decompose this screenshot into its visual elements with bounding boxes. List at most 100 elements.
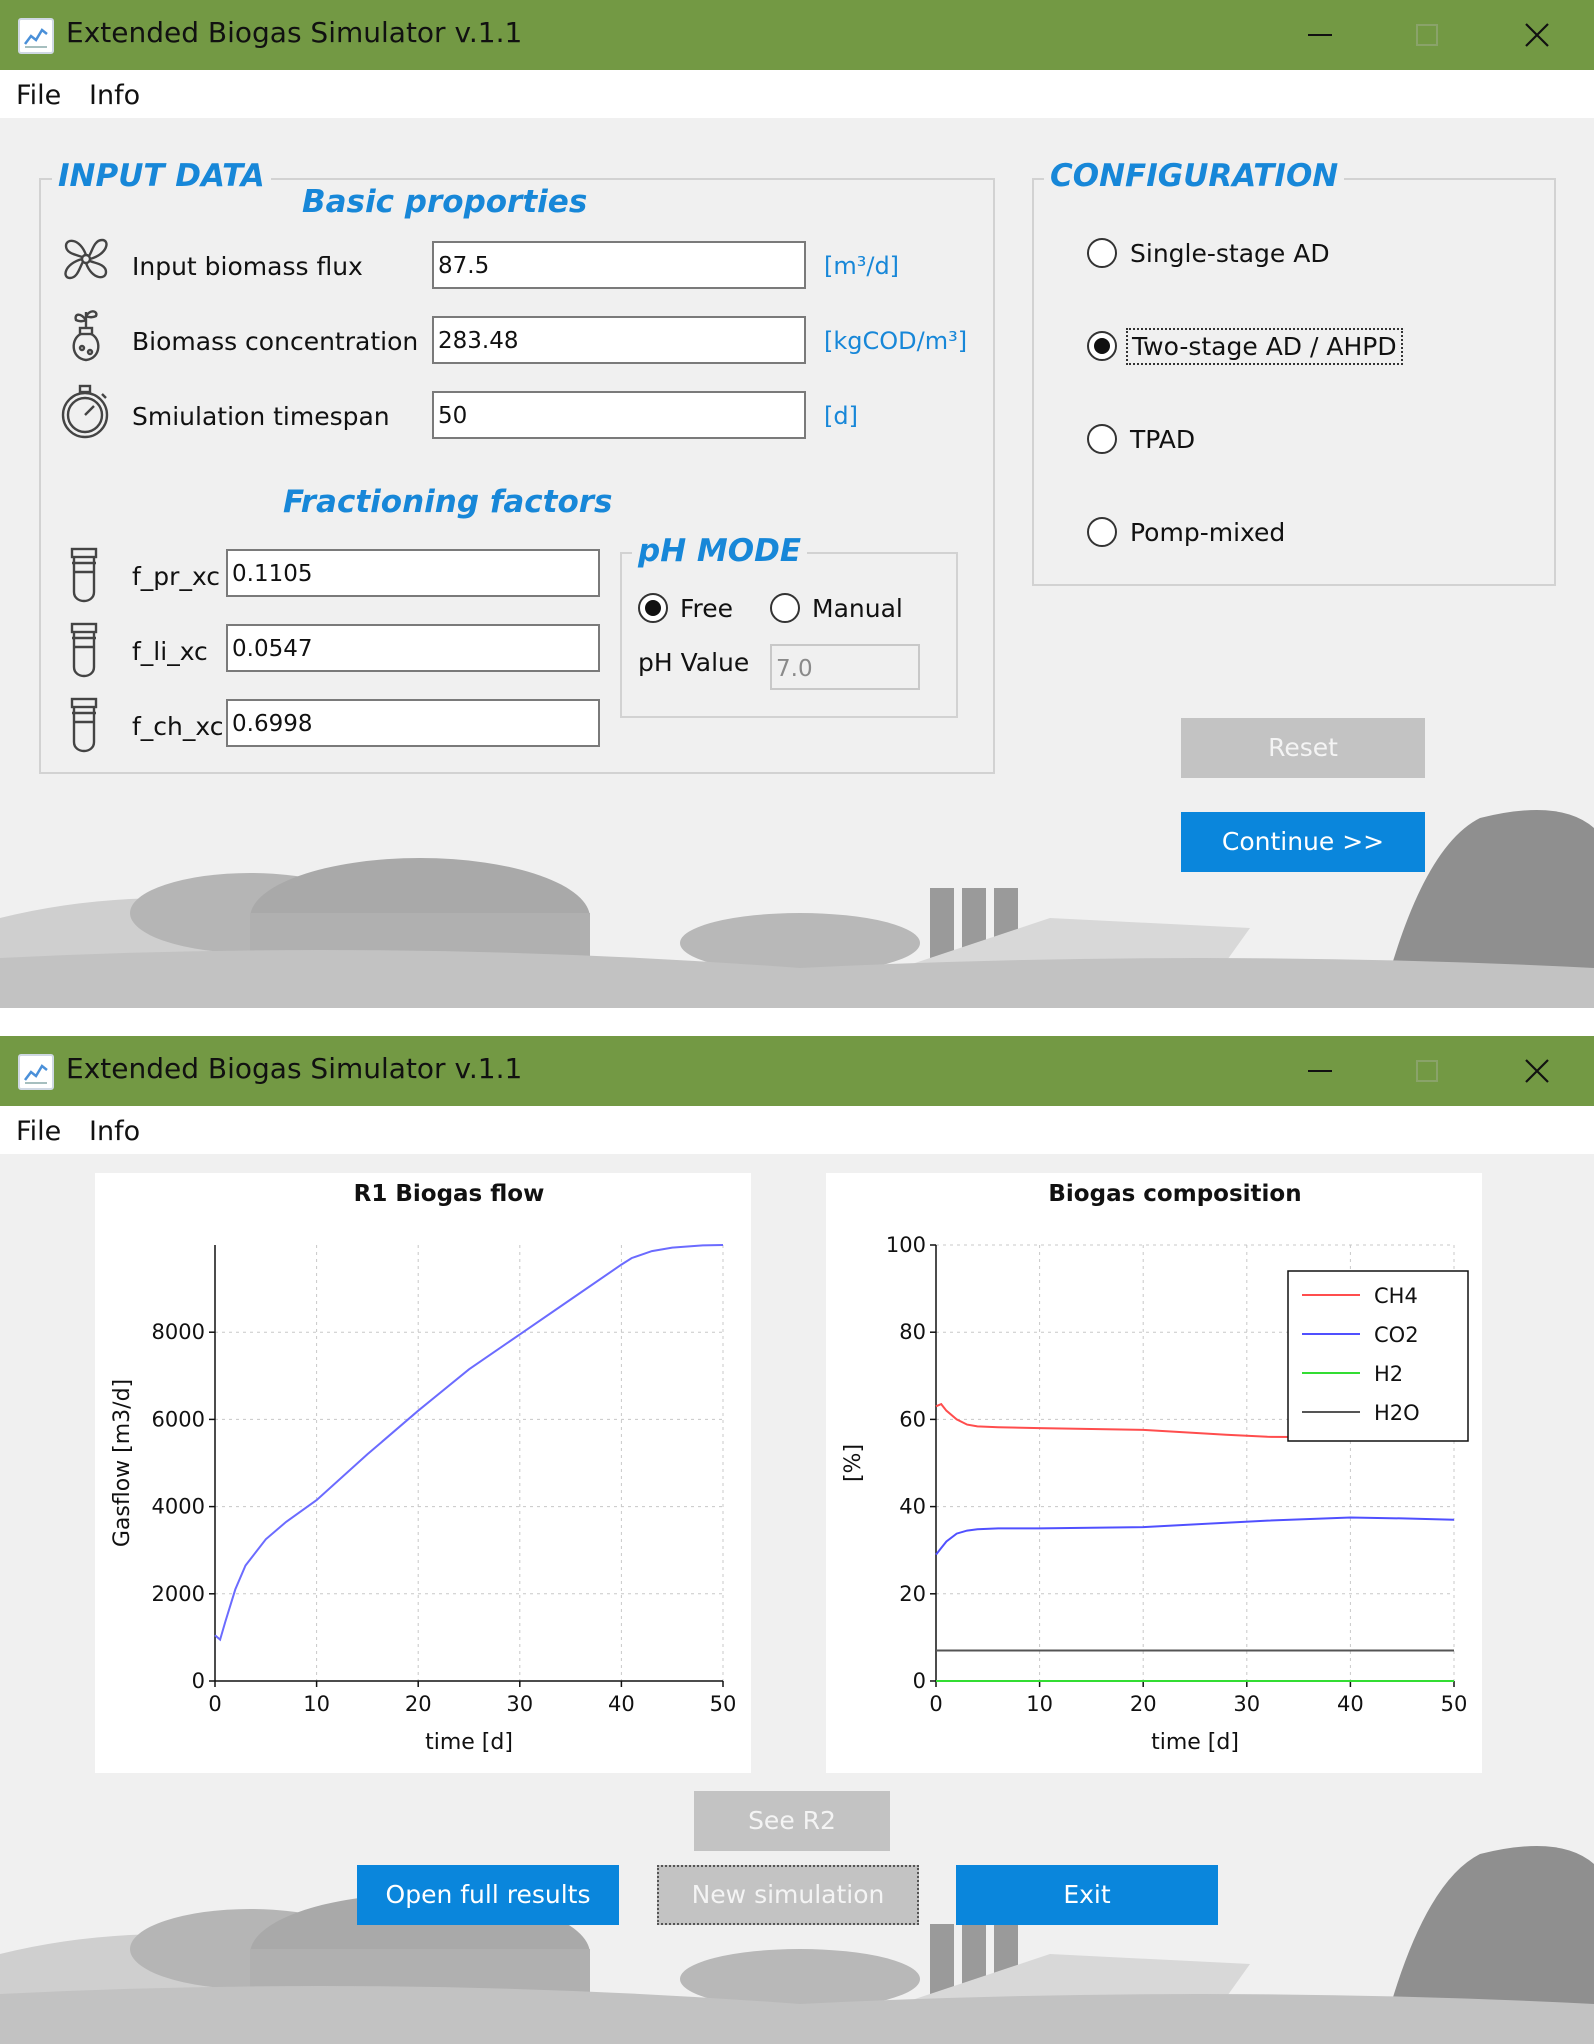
basic-properties-title: Basic proporties <box>302 184 588 220</box>
minimize-icon <box>1308 34 1332 36</box>
y-tick-label: 60 <box>899 1407 926 1431</box>
ph-value-field[interactable]: 7.0 <box>770 644 920 690</box>
legend-label: CH4 <box>1374 1284 1418 1308</box>
x-tick-label: 20 <box>1130 1692 1157 1716</box>
new-simulation-button[interactable]: New simulation <box>657 1865 919 1925</box>
config-two-stage-radio[interactable] <box>1087 331 1117 361</box>
y-tick-label: 2000 <box>152 1582 205 1606</box>
app-icon <box>18 18 54 54</box>
fan-icon <box>64 238 108 280</box>
app-icon <box>18 1054 54 1090</box>
ph-manual-radio[interactable] <box>770 593 800 623</box>
config-tpad-radio[interactable] <box>1087 424 1117 454</box>
close-icon <box>1525 1059 1549 1083</box>
ph-free-radio[interactable] <box>638 593 668 623</box>
simulator-input-window: Extended Biogas Simulator v.1.1 File Inf… <box>0 0 1594 1008</box>
maximize-icon <box>1416 1060 1438 1082</box>
minimize-icon <box>1308 1070 1332 1072</box>
config-pomp-mixed-radio[interactable] <box>1087 517 1117 547</box>
input-biomass-flux-label: Input biomass flux <box>132 252 363 281</box>
maximize-button[interactable] <box>1372 0 1482 70</box>
y-tick-label: 40 <box>899 1495 926 1519</box>
y-tick-label: 0 <box>913 1669 926 1693</box>
x-axis-label: time [d] <box>425 1730 513 1755</box>
input-biomass-flux-field[interactable]: 87.5 <box>432 241 806 289</box>
y-tick-label: 100 <box>886 1233 926 1257</box>
config-single-stage-radio[interactable] <box>1087 238 1117 268</box>
title-bar[interactable]: Extended Biogas Simulator v.1.1 <box>0 0 1594 70</box>
legend-label: H2O <box>1374 1401 1420 1425</box>
continue-button[interactable]: Continue >> <box>1181 812 1425 872</box>
f-li-xc-label: f_li_xc <box>132 637 208 666</box>
biomass-concentration-unit: [kgCOD/m³] <box>824 327 968 355</box>
window-title: Extended Biogas Simulator v.1.1 <box>66 1052 523 1085</box>
legend-label: H2 <box>1374 1362 1403 1386</box>
menu-bar: File Info <box>0 70 1594 118</box>
minimize-button[interactable] <box>1265 0 1375 70</box>
y-axis-label: [%] <box>841 1444 866 1482</box>
y-tick-label: 6000 <box>152 1407 205 1431</box>
x-tick-label: 50 <box>710 1692 737 1716</box>
biogas-composition-chart: Biogas composition 0 10 20 30 40 50 0 20 40 60 80 10… <box>826 1173 1482 1773</box>
config-two-stage-label: Two-stage AD / AHPD <box>1126 328 1403 365</box>
x-tick-label: 10 <box>303 1692 330 1716</box>
ph-value-label: pH Value <box>638 648 750 677</box>
see-r2-button[interactable]: See R2 <box>694 1791 890 1851</box>
series-line <box>214 1244 724 1642</box>
reset-button[interactable]: Reset <box>1181 718 1425 778</box>
f-ch-xc-label: f_ch_xc <box>132 712 224 741</box>
close-button[interactable] <box>1482 1036 1592 1106</box>
y-tick-label: 0 <box>192 1669 205 1693</box>
test-tube-icon <box>70 697 98 753</box>
configuration-title: CONFIGURATION <box>1044 158 1345 194</box>
close-button[interactable] <box>1482 0 1592 70</box>
y-tick-label: 20 <box>899 1582 926 1606</box>
title-bar[interactable]: Extended Biogas Simulator v.1.1 <box>0 1036 1594 1106</box>
menu-file[interactable]: File <box>16 1116 61 1147</box>
plant-flask-icon <box>72 310 100 362</box>
menu-info[interactable]: Info <box>89 1116 140 1147</box>
biomass-concentration-label: Biomass concentration <box>132 327 419 356</box>
f-pr-xc-field[interactable]: 0.1105 <box>226 549 600 597</box>
x-tick-label: 0 <box>929 1692 942 1716</box>
open-full-results-button[interactable]: Open full results <box>357 1865 619 1925</box>
simulation-timespan-label: Smiulation timespan <box>132 402 390 431</box>
ph-mode-group <box>620 552 958 718</box>
x-tick-label: 30 <box>506 1692 533 1716</box>
x-tick-label: 20 <box>405 1692 432 1716</box>
x-axis-label: time [d] <box>1151 1730 1239 1755</box>
f-li-xc-field[interactable]: 0.0547 <box>226 624 600 672</box>
simulator-results-window: Extended Biogas Simulator v.1.1 File Inf… <box>0 1036 1594 2044</box>
menu-bar: File Info <box>0 1106 1594 1154</box>
chart-title: Biogas composition <box>1048 1181 1301 1207</box>
input-biomass-flux-unit: [m³/d] <box>824 252 900 280</box>
menu-file[interactable]: File <box>16 80 61 111</box>
r1-biogas-flow-plot: R1 Biogas flow 0 10 20 30 40 50 0 2000 4000 6000 80… <box>110 1181 737 1755</box>
config-tpad-label: TPAD <box>1130 425 1196 454</box>
y-tick-label: 4000 <box>152 1495 205 1519</box>
maximize-button[interactable] <box>1372 1036 1482 1106</box>
y-tick-label: 8000 <box>152 1320 205 1344</box>
config-pomp-mixed-label: Pomp-mixed <box>1130 518 1286 547</box>
biogas-composition-plot: Biogas composition 0 10 20 30 40 50 0 20 40 60 80 10… <box>841 1181 1469 1755</box>
y-axis-label: Gasflow [m3/d] <box>110 1379 135 1547</box>
x-tick-label: 40 <box>608 1692 635 1716</box>
stopwatch-icon <box>61 384 109 439</box>
menu-info[interactable]: Info <box>89 80 140 111</box>
series-line-co2 <box>935 1516 1455 1556</box>
y-tick-label: 80 <box>899 1320 926 1344</box>
simulation-timespan-field[interactable]: 50 <box>432 391 806 439</box>
close-icon <box>1525 23 1549 47</box>
x-tick-label: 0 <box>208 1692 221 1716</box>
exit-button[interactable]: Exit <box>956 1865 1218 1925</box>
ph-mode-title: pH MODE <box>632 533 808 569</box>
r1-biogas-flow-chart: R1 Biogas flow 0 10 20 30 40 50 0 2000 4000 6000 80… <box>95 1173 751 1773</box>
minimize-button[interactable] <box>1265 1036 1375 1106</box>
simulation-timespan-unit: [d] <box>824 402 858 430</box>
config-single-stage-label: Single-stage AD <box>1130 239 1330 268</box>
x-tick-label: 10 <box>1026 1692 1053 1716</box>
f-ch-xc-field[interactable]: 0.6998 <box>226 699 600 747</box>
maximize-icon <box>1416 24 1438 46</box>
biogas-plant-background <box>0 768 1594 1008</box>
biomass-concentration-field[interactable]: 283.48 <box>432 316 806 364</box>
